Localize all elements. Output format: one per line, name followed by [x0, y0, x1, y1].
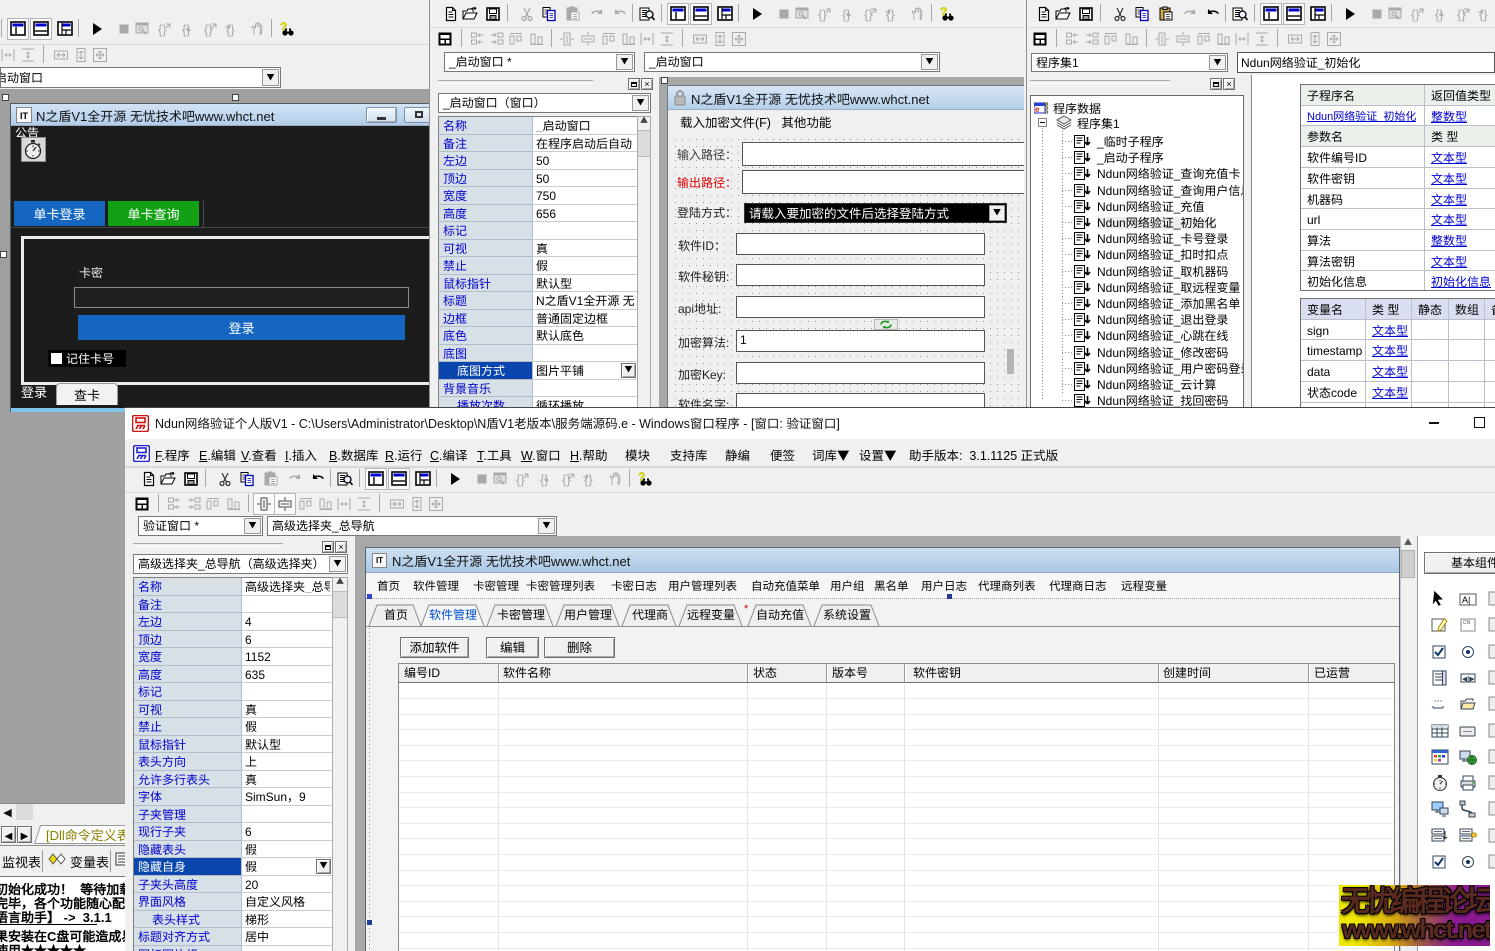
svg-text:e: e: [1035, 104, 1040, 115]
svg-text:A|: A|: [1462, 593, 1470, 606]
svg-text:{}: {}: [818, 7, 827, 22]
svg-text:{}: {}: [1479, 7, 1488, 22]
svg-text:{}: {}: [226, 22, 235, 37]
svg-text:{}: {}: [516, 472, 525, 487]
svg-text:{}: {}: [158, 22, 167, 37]
svg-text:{}: {}: [1411, 7, 1420, 22]
svg-text:◀|▶: ◀|▶: [1462, 674, 1475, 684]
svg-text:{}: {}: [886, 7, 895, 22]
svg-text:CN: CN: [1463, 619, 1471, 626]
svg-text:{}: {}: [584, 472, 593, 487]
